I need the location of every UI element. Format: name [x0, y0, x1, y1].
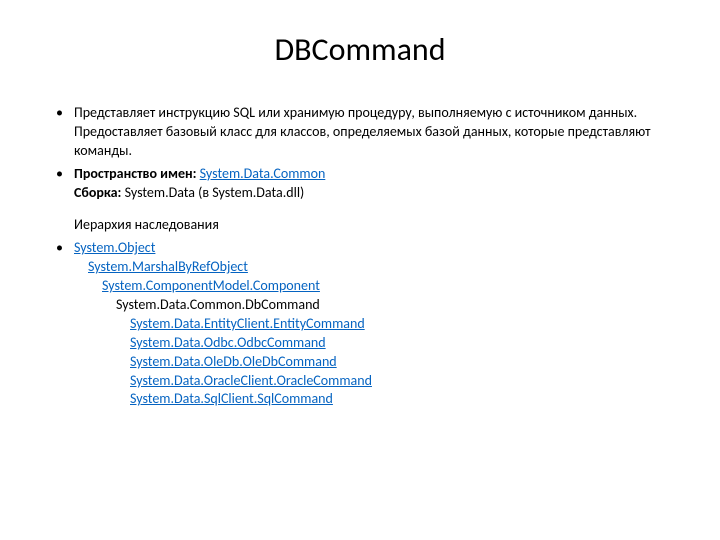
hierarchy-heading: Иерархия наследования	[74, 216, 219, 233]
hierarchy-link-odbccommand[interactable]: System.Data.Odbc.OdbcCommand	[74, 334, 670, 353]
namespace-link[interactable]: System.Data.Common	[200, 165, 326, 182]
namespace-item: Пространство имен: System.Data.Common Сб…	[50, 165, 670, 236]
hierarchy-link-object[interactable]: System.Object	[74, 239, 670, 258]
hierarchy-link-oraclecommand[interactable]: System.Data.OracleClient.OracleCommand	[74, 372, 670, 391]
content-body: Представляет инструкцию SQL или хранимую…	[50, 104, 670, 409]
hierarchy-current-dbcommand: System.Data.Common.DbCommand	[74, 296, 670, 315]
hierarchy-link-sqlcommand[interactable]: System.Data.SqlClient.SqlCommand	[74, 390, 670, 409]
description-text: Представляет инструкцию SQL или хранимую…	[74, 104, 651, 159]
hierarchy-item: System.Object System.MarshalByRefObject …	[50, 239, 670, 409]
description-item: Представляет инструкцию SQL или хранимую…	[50, 104, 670, 161]
assembly-value: System.Data (в System.Data.dll)	[125, 184, 305, 201]
bullet-list: Представляет инструкцию SQL или хранимую…	[50, 104, 670, 409]
assembly-label: Сборка:	[74, 184, 125, 201]
hierarchy-link-oledbcommand[interactable]: System.Data.OleDb.OleDbCommand	[74, 353, 670, 372]
hierarchy-link-marshalbyrefobject[interactable]: System.MarshalByRefObject	[74, 258, 670, 277]
hierarchy-link-entitycommand[interactable]: System.Data.EntityClient.EntityCommand	[74, 315, 670, 334]
hierarchy-link-component[interactable]: System.ComponentModel.Component	[74, 277, 670, 296]
page-title: DBCommand	[50, 30, 670, 69]
namespace-label: Пространство имен:	[74, 165, 200, 182]
spacer	[74, 202, 670, 216]
